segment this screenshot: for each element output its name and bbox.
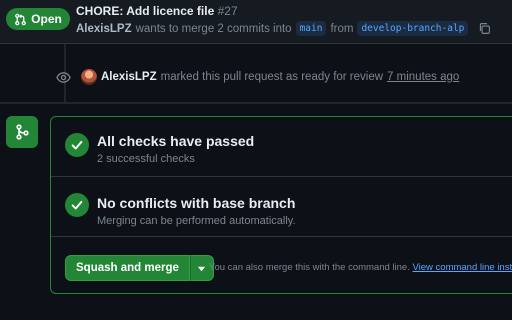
event-timestamp-link[interactable]: 7 minutes ago — [387, 71, 459, 83]
pr-merge-text: wants to merge 2 commits into — [135, 22, 292, 35]
avatar[interactable] — [81, 69, 97, 85]
checks-section[interactable]: All checks have passed 2 successful chec… — [51, 117, 512, 177]
check-icon — [71, 200, 83, 210]
pr-state-label: Open — [31, 12, 62, 26]
timeline-divider — [0, 102, 512, 104]
eye-icon — [56, 71, 71, 83]
conflicts-section: No conflicts with base branch Merging ca… — [51, 177, 512, 237]
pr-title: CHORE: Add licence file #27 — [76, 4, 238, 18]
event-text: marked this pull request as ready for re… — [160, 71, 384, 83]
pr-author-link[interactable]: AlexisLPZ — [76, 23, 132, 35]
conflicts-subtitle: Merging can be performed automatically. — [97, 215, 296, 227]
merge-actions-section: Squash and merge You can also merge this… — [51, 237, 512, 295]
conflicts-status-circle — [65, 193, 89, 217]
triangle-down-icon — [198, 266, 206, 271]
event-author-link[interactable]: AlexisLPZ — [101, 71, 157, 83]
conflicts-title: No conflicts with base branch — [97, 195, 296, 211]
pr-state-badge: Open — [6, 8, 70, 30]
checks-status-circle — [65, 133, 89, 157]
copy-icon[interactable] — [478, 22, 491, 35]
checks-title: All checks have passed — [97, 133, 255, 149]
base-branch-label[interactable]: main — [295, 21, 327, 36]
pr-from-text: from — [330, 22, 354, 35]
view-command-line-link[interactable]: View command line inst — [412, 262, 512, 273]
check-icon — [71, 140, 83, 150]
timeline-event: AlexisLPZ marked this pull request as re… — [56, 68, 459, 86]
merge-button-group: Squash and merge — [65, 255, 214, 281]
checks-subtitle: 2 successful checks — [97, 153, 195, 165]
squash-and-merge-button[interactable]: Squash and merge — [65, 255, 190, 281]
command-line-hint-text: You can also merge this with the command… — [209, 262, 410, 273]
merge-box: All checks have passed 2 successful chec… — [50, 116, 512, 294]
pr-header: Open CHORE: Add licence file #27 AlexisL… — [0, 0, 512, 44]
pr-subtitle: AlexisLPZ wants to merge 2 commits into … — [76, 21, 491, 36]
head-branch-label[interactable]: develop-branch-alp — [357, 21, 469, 36]
pr-title-text: CHORE: Add licence file — [76, 4, 215, 18]
git-pull-request-icon — [15, 13, 27, 25]
command-line-hint: You can also merge this with the command… — [209, 262, 512, 273]
pr-number: #27 — [217, 4, 238, 18]
merge-status-icon — [6, 116, 38, 148]
git-merge-icon — [16, 124, 29, 140]
